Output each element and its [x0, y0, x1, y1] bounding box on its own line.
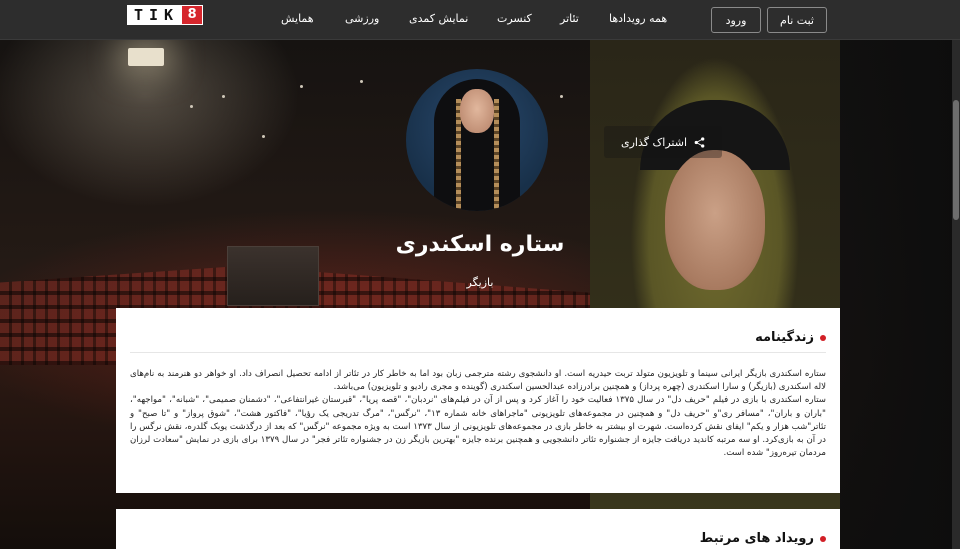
red-dot-icon	[820, 535, 826, 542]
biography-text: ستاره اسکندری بازیگر ایرانی سینما و تلوی…	[130, 368, 826, 460]
related-events-card: رویداد های مرتبط	[116, 509, 840, 549]
top-navbar: TIK 8 همه رویدادها تئاتر کنسرت نمایش کمد…	[0, 0, 960, 40]
share-label: اشتراک گذاری	[620, 135, 688, 149]
divider	[130, 352, 826, 353]
scrollbar-thumb[interactable]	[953, 100, 959, 220]
avatar-face	[460, 89, 494, 133]
logo-badge: 8	[182, 6, 203, 24]
nav-item-conference[interactable]: همایش	[281, 12, 314, 25]
scrollbar[interactable]	[952, 40, 960, 549]
portrait-face	[665, 150, 765, 290]
related-events-title: رویداد های مرتبط	[700, 531, 826, 546]
stage-box	[227, 246, 319, 306]
biography-paragraph: ستاره اسکندری بازیگر ایرانی سینما و تلوی…	[130, 369, 826, 393]
signup-button[interactable]: ثبت نام	[767, 7, 827, 33]
person-role: بازیگر	[466, 276, 494, 289]
ceiling-light	[360, 80, 363, 83]
biography-card: زندگینامه ستاره اسکندری بازیگر ایرانی سی…	[116, 308, 840, 493]
right-shade	[840, 40, 960, 549]
nav-item-comedy[interactable]: نمایش کمدی	[409, 12, 468, 25]
ceiling-light	[222, 95, 225, 98]
ceiling-light	[560, 95, 563, 98]
ceiling-light	[190, 105, 193, 108]
stage-light	[128, 48, 164, 66]
site-logo[interactable]: TIK 8	[127, 5, 204, 25]
login-button[interactable]: ورود	[711, 7, 761, 33]
nav-item-all-events[interactable]: همه رویدادها	[609, 12, 667, 25]
red-dot-icon	[820, 334, 826, 341]
biography-paragraph: ستاره اسکندری با بازی در فیلم "حریف دل" …	[130, 395, 827, 459]
biography-title-text: زندگینامه	[755, 330, 814, 345]
ceiling-light	[262, 135, 265, 138]
biography-title: زندگینامه	[755, 330, 826, 345]
nav-item-sports[interactable]: ورزشی	[345, 12, 379, 25]
avatar-scarf-trim	[494, 99, 499, 209]
share-button[interactable]: اشتراک گذاری	[604, 126, 722, 158]
avatar	[406, 69, 548, 211]
person-name: ستاره اسکندری	[395, 232, 565, 257]
ceiling-light	[300, 85, 303, 88]
share-icon	[694, 136, 705, 148]
nav-item-concert[interactable]: کنسرت	[497, 12, 532, 25]
logo-text: TIK	[128, 6, 183, 24]
related-events-title-text: رویداد های مرتبط	[699, 531, 814, 546]
nav-item-theater[interactable]: تئاتر	[560, 12, 579, 25]
hero-banner: اشتراک گذاری ستاره اسکندری بازیگر زندگین…	[0, 40, 960, 549]
